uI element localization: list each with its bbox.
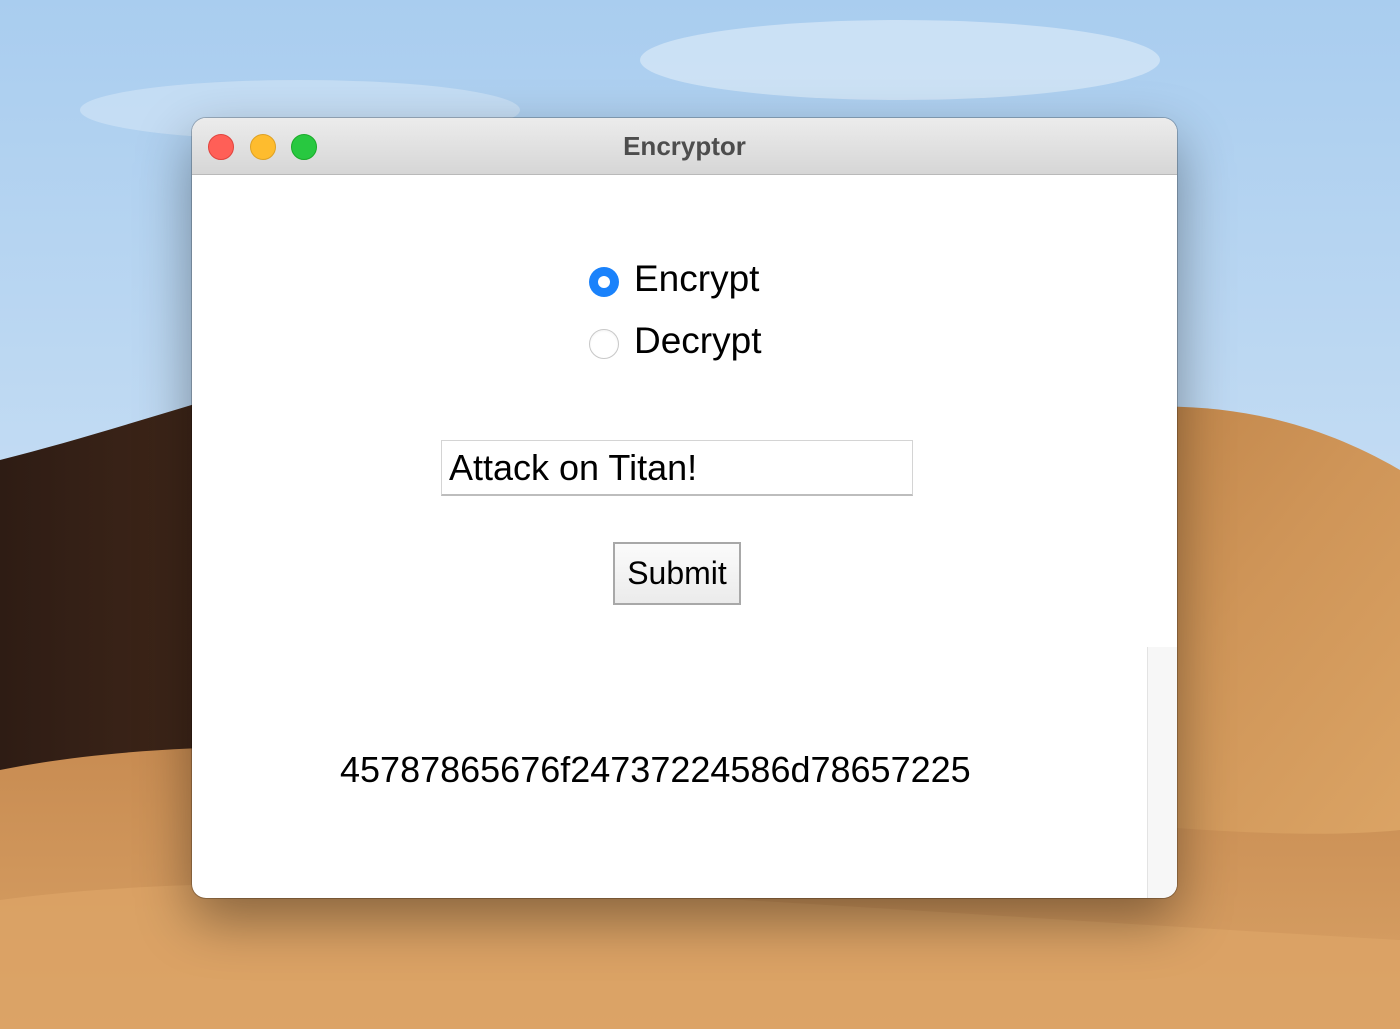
radio-unselected-icon[interactable] xyxy=(589,329,619,359)
radio-decrypt-label[interactable]: Decrypt xyxy=(634,319,761,363)
radio-encrypt[interactable]: Encrypt xyxy=(589,257,759,301)
encryptor-window: Encryptor Encrypt Decrypt Submit 4578786… xyxy=(192,118,1177,898)
window-title: Encryptor xyxy=(623,131,746,161)
output-text: 45787865676f24737224586d78657225 xyxy=(340,749,971,790)
title-bar[interactable]: Encryptor xyxy=(192,118,1177,175)
scrollbar-track[interactable] xyxy=(1147,647,1177,898)
submit-button[interactable]: Submit xyxy=(613,542,741,605)
radio-selected-icon[interactable] xyxy=(589,267,619,297)
message-input[interactable] xyxy=(441,440,913,496)
radio-decrypt[interactable]: Decrypt xyxy=(589,319,761,363)
radio-encrypt-label[interactable]: Encrypt xyxy=(634,257,759,301)
window-content: Encrypt Decrypt Submit 45787865676f24737… xyxy=(192,175,1177,898)
